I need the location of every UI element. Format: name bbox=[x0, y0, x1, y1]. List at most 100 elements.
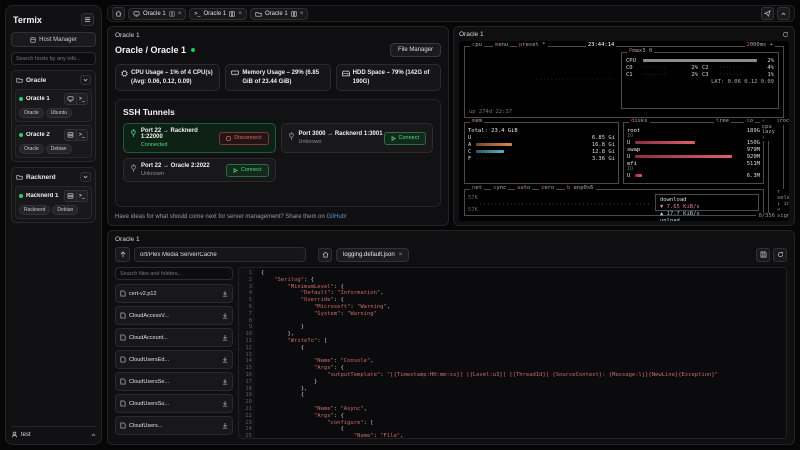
host-group-oracle: Oracle Oracle 1 >_ Oracle Ubuntu Oracle … bbox=[11, 70, 96, 162]
ssh-tunnels-card: SSH Tunnels Port 22 → Racknerd 1:22000 C… bbox=[115, 99, 441, 207]
file-item[interactable]: CloudUsersEd... bbox=[115, 350, 233, 369]
mem-row: U ·········· 6.85 Gi bbox=[468, 134, 615, 141]
split-icon[interactable] bbox=[229, 10, 235, 17]
file-name: CloudAccessV... bbox=[129, 312, 169, 319]
file-item[interactable]: CloudUsersSe... bbox=[115, 372, 233, 391]
home-icon[interactable] bbox=[112, 7, 125, 20]
folder-row-oracle[interactable]: Oracle bbox=[15, 74, 92, 86]
play-icon bbox=[391, 135, 396, 141]
app-root: Termix Host Manager Oracle Oracle 1 bbox=[0, 0, 800, 450]
memory-icon bbox=[231, 70, 240, 76]
download-icon[interactable] bbox=[222, 400, 228, 407]
host-tag: Ubuntu bbox=[45, 108, 72, 118]
tab-label: Oracle 1 bbox=[143, 10, 166, 17]
btop-disks-box: disks io root 189G IO U 150G swap 979M U 920M e… bbox=[623, 118, 764, 184]
host-card-racknerd-1[interactable]: Racknerd 1 >_ Racknerd Debian bbox=[15, 186, 92, 219]
file-name: CloudAccount... bbox=[129, 334, 168, 341]
collapse-icon[interactable] bbox=[777, 7, 790, 20]
host-tag: Oracle bbox=[19, 108, 44, 118]
connect-button[interactable]: Connect bbox=[226, 163, 269, 177]
terminal-icon[interactable]: >_ bbox=[76, 130, 87, 140]
download-icon[interactable] bbox=[222, 356, 228, 363]
file-icon bbox=[120, 378, 126, 385]
process-row: 552339peripheryroot26M·····0.0 bbox=[772, 181, 780, 188]
file-name: CloudUsersSu... bbox=[129, 400, 170, 407]
file-manager-button[interactable]: File Manager bbox=[389, 43, 441, 57]
file-tab-label: logging.default.json bbox=[343, 251, 395, 258]
download-icon[interactable] bbox=[222, 312, 228, 319]
terminal-panel: Oracle 1 cpu menu preset * 23:44:14 2000… bbox=[453, 26, 795, 226]
github-link[interactable]: GitHub! bbox=[326, 214, 346, 220]
panel-title: Oracle 1 bbox=[115, 236, 140, 243]
close-icon[interactable]: × bbox=[178, 10, 182, 17]
split-icon[interactable] bbox=[169, 10, 175, 17]
home-icon[interactable] bbox=[318, 247, 332, 262]
server-stats-icon[interactable] bbox=[65, 130, 76, 140]
tunnel-route: Port 22 → Oracle 2:2022 bbox=[141, 163, 210, 170]
status-dot bbox=[19, 133, 23, 137]
file-search-input[interactable] bbox=[115, 267, 233, 280]
host-search-input[interactable] bbox=[11, 52, 96, 65]
server-stats-panel: Oracle 1 Oracle / Oracle 1 File Manager … bbox=[107, 26, 449, 226]
host-card-oracle-1[interactable]: Oracle 1 >_ Oracle Ubuntu bbox=[15, 89, 92, 122]
download-icon[interactable] bbox=[222, 378, 228, 385]
download-icon[interactable] bbox=[222, 334, 228, 341]
disk-entry: efi 511M IO U 6.3M bbox=[627, 160, 760, 179]
host-tag: Debian bbox=[52, 205, 79, 215]
file-item[interactable]: CloudAccessV... bbox=[115, 306, 233, 325]
file-icon bbox=[120, 334, 126, 341]
file-item[interactable]: cert-v2.p12 bbox=[115, 284, 233, 303]
terminal-icon[interactable]: >_ bbox=[76, 94, 87, 104]
tab-file-manager[interactable]: Oracle 1 × bbox=[250, 7, 309, 20]
disk-entry: swap 979M U 920M bbox=[627, 146, 760, 160]
server-stats-icon[interactable] bbox=[65, 94, 76, 104]
status-dot bbox=[19, 97, 23, 101]
close-icon[interactable]: × bbox=[238, 10, 242, 17]
hdd-space-text: HDD Space – 79% (142G of 190G) bbox=[352, 70, 430, 85]
disconnect-button[interactable]: Disconnect bbox=[219, 131, 269, 145]
proc-footer-keys: ↑ select ↓ info ⏎ signals bbox=[775, 189, 789, 219]
terminal-icon: >_ bbox=[194, 10, 201, 17]
folder-row-racknerd[interactable]: Racknerd bbox=[15, 171, 92, 183]
file-item[interactable]: CloudUsers... bbox=[115, 416, 233, 435]
host-tag: Racknerd bbox=[19, 205, 51, 215]
menu-icon[interactable] bbox=[81, 13, 94, 26]
refresh-icon[interactable] bbox=[782, 31, 789, 38]
tab-bar: Oracle 1 × >_ Oracle 1 × Oracle 1 × bbox=[107, 5, 795, 22]
btop-proc-box: proc filter tree ‹ cpu lazy › Pid: Progr… bbox=[713, 118, 789, 219]
code-editor[interactable]: 1 2 3 4 5 6 7 8 9 10 11 12 13 14 15 16 17 18 19 20 21 22 23 24 2… bbox=[238, 267, 787, 439]
folder-icon bbox=[255, 11, 262, 17]
tab-server-stats[interactable]: Oracle 1 × bbox=[128, 7, 187, 20]
user-menu[interactable]: test bbox=[11, 426, 96, 438]
host-card-oracle-2[interactable]: Oracle 2 >_ Oracle Debian bbox=[15, 125, 92, 158]
close-icon[interactable]: × bbox=[300, 10, 304, 17]
terminal-icon[interactable]: >_ bbox=[76, 191, 87, 201]
up-directory-icon[interactable] bbox=[115, 247, 130, 262]
connect-button[interactable]: Connect bbox=[383, 131, 426, 145]
file-item[interactable]: CloudAccount... bbox=[115, 328, 233, 347]
tunnel-row: Port 22 → Oracle 2:2022 Unknown Connect bbox=[123, 158, 276, 183]
open-file-tab[interactable]: logging.default.json × bbox=[336, 247, 410, 262]
host-manager-button[interactable]: Host Manager bbox=[11, 32, 96, 47]
path-input[interactable] bbox=[134, 247, 306, 262]
tab-terminal[interactable]: >_ Oracle 1 × bbox=[189, 7, 247, 20]
file-manager-panel: Oracle 1 logging.default.json × bbox=[107, 230, 795, 445]
refresh-icon[interactable] bbox=[773, 247, 787, 262]
net-graph: ········································… bbox=[479, 202, 651, 209]
download-icon[interactable] bbox=[222, 290, 228, 297]
terminal-screen[interactable]: cpu menu preset * 23:44:14 2000ms + ····… bbox=[459, 41, 789, 221]
file-item[interactable]: CloudUsersSu... bbox=[115, 394, 233, 413]
save-icon[interactable] bbox=[756, 247, 770, 262]
server-stats-icon[interactable] bbox=[65, 191, 76, 201]
file-name: cert-v2.p12 bbox=[129, 290, 157, 297]
user-icon bbox=[11, 431, 18, 438]
download-icon[interactable] bbox=[222, 422, 228, 429]
close-icon[interactable]: × bbox=[399, 252, 403, 258]
btop-mem-box: mem Total: 23.4 GiB U ·········· 6.85 Gi A 1… bbox=[464, 118, 619, 184]
send-icon[interactable] bbox=[761, 7, 774, 20]
cpu-icon bbox=[121, 70, 128, 77]
chevron-down-icon[interactable] bbox=[80, 172, 91, 182]
chevron-down-icon[interactable] bbox=[80, 75, 91, 85]
tab-label: Oracle 1 bbox=[203, 10, 227, 17]
split-icon[interactable] bbox=[291, 10, 297, 17]
